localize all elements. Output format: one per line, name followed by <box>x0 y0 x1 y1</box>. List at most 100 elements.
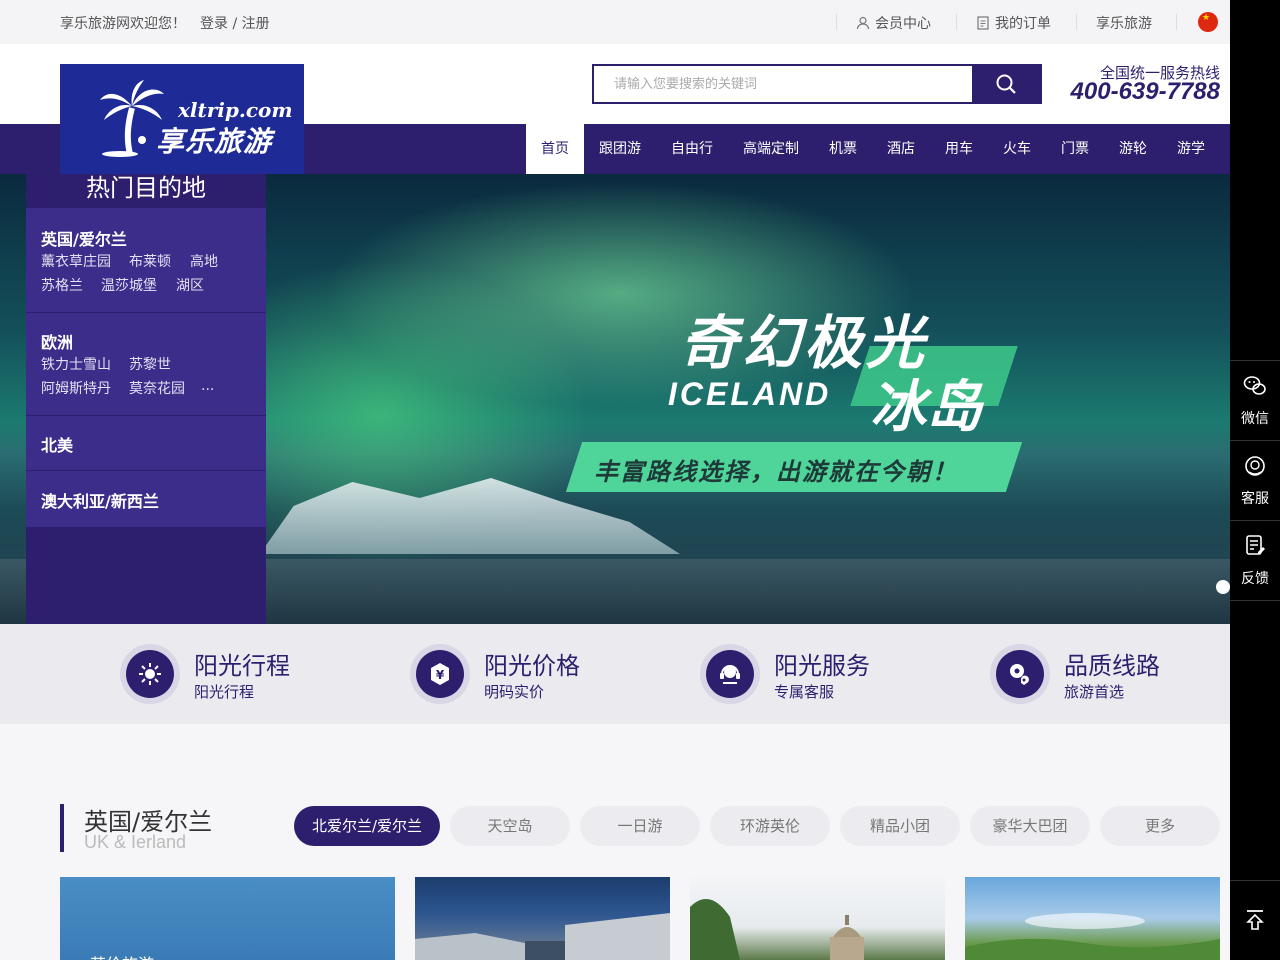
hot-destinations-panel: 热门目的地 英国/爱尔兰 薰衣草庄园 布莱顿 高地 苏格兰 温莎城堡 湖区 欧洲… <box>26 174 266 624</box>
divider <box>1230 440 1280 441</box>
divider <box>836 14 837 30</box>
tab-day-tour[interactable]: 一日游 <box>580 806 700 846</box>
hotline-number[interactable]: 400-639-7788 <box>1040 78 1220 106</box>
search-input[interactable] <box>594 66 972 102</box>
nav-free-travel[interactable]: 自由行 <box>656 124 728 174</box>
yen-icon: ¥ <box>416 650 464 698</box>
search-icon <box>996 74 1016 94</box>
feature-title: 阳光价格 <box>484 652 580 680</box>
back-to-top-button[interactable] <box>1230 890 1280 950</box>
feature-subtitle: 专属客服 <box>774 683 835 701</box>
feature-subtitle: 明码实价 <box>484 683 545 701</box>
logo-name: 享乐旅游 <box>156 125 273 158</box>
document-icon <box>977 16 989 30</box>
nav-tickets[interactable]: 门票 <box>1046 124 1104 174</box>
divider <box>1076 14 1077 30</box>
destination-group-north-america: 北美 <box>26 416 266 470</box>
tour-card[interactable] <box>415 877 670 960</box>
tab-luxury-coach[interactable]: 豪华大巴团 <box>970 806 1090 846</box>
destination-link[interactable]: 温莎城堡 <box>101 275 157 295</box>
church-image <box>690 899 864 960</box>
banner-slogan: 丰富路线选择，出游就在今朝！ <box>594 458 958 486</box>
my-orders-link[interactable]: 我的订单 <box>976 13 1051 33</box>
destination-link[interactable]: 铁力士雪山 <box>41 354 111 374</box>
feature-title: 阳光服务 <box>774 652 870 680</box>
banner-country-en: ICELAND <box>668 376 832 412</box>
divider <box>1230 600 1280 601</box>
destination-link[interactable]: 布莱顿 <box>129 251 171 271</box>
svg-text:¥: ¥ <box>436 668 445 682</box>
nav-hotels[interactable]: 酒店 <box>872 124 930 174</box>
nav-cruise[interactable]: 游轮 <box>1104 124 1162 174</box>
divider <box>1230 520 1280 521</box>
my-orders-label: 我的订单 <box>995 16 1051 32</box>
tab-northern-ireland[interactable]: 北爱尔兰/爱尔兰 <box>294 806 440 846</box>
divider <box>1230 360 1280 361</box>
site-logo[interactable]: xltrip.com 享乐旅游 <box>60 64 304 174</box>
tab-britain-tour[interactable]: 环游英伦 <box>710 806 830 846</box>
destination-group-title[interactable]: 澳大利亚/新西兰 <box>41 488 159 512</box>
nav-group-tour[interactable]: 跟团游 <box>584 124 656 174</box>
sun-icon <box>126 650 174 698</box>
destination-link[interactable]: 莫奈花园 <box>129 378 185 398</box>
destination-link[interactable]: 薰衣草庄园 <box>41 251 111 271</box>
nav-car[interactable]: 用车 <box>930 124 988 174</box>
user-icon <box>856 16 870 30</box>
feedback-label: 反馈 <box>1241 571 1269 587</box>
feature-subtitle: 旅游首选 <box>1064 683 1125 701</box>
carousel-dot[interactable] <box>1216 580 1230 594</box>
tour-card[interactable] <box>690 877 945 960</box>
banner-country-cn: 冰岛 <box>870 375 982 440</box>
search-button[interactable] <box>972 66 1040 102</box>
wechat-icon <box>1243 376 1266 395</box>
feature-item: 阳光行程 阳光行程 <box>120 644 380 704</box>
feature-item: 品质线路 旅游首选 <box>990 644 1250 704</box>
hot-destinations-title: 热门目的地 <box>26 174 266 208</box>
route-icon <box>996 650 1044 698</box>
feature-subtitle: 阳光行程 <box>194 683 255 701</box>
tour-card[interactable]: 英伦旅游 <box>60 877 395 960</box>
china-flag-icon[interactable]: ★ <box>1198 12 1218 32</box>
destination-more[interactable]: ... <box>201 378 214 394</box>
nav-flights[interactable]: 机票 <box>814 124 872 174</box>
divider <box>1176 14 1177 30</box>
member-center-link[interactable]: 会员中心 <box>856 13 931 33</box>
feedback-button[interactable]: 反馈 <box>1230 522 1280 598</box>
tab-isle-of-skye[interactable]: 天空岛 <box>450 806 570 846</box>
section-accent-bar <box>60 804 64 852</box>
building-image <box>415 913 670 960</box>
login-register-link[interactable]: 登录 / 注册 <box>200 13 270 33</box>
destination-group-australia: 澳大利亚/新西兰 <box>26 471 266 527</box>
destination-group-title[interactable]: 北美 <box>41 432 73 456</box>
destination-link[interactable]: 湖区 <box>176 275 204 295</box>
nav-train[interactable]: 火车 <box>988 124 1046 174</box>
brand-link[interactable]: 享乐旅游 <box>1096 13 1152 33</box>
customer-service-button[interactable]: 客服 <box>1230 442 1280 518</box>
right-float-bar: 微信 客服 反馈 <box>1230 0 1280 960</box>
destination-link[interactable]: 苏黎世 <box>129 354 171 374</box>
features-strip: 阳光行程 阳光行程 ¥ 阳光价格 明码实价 阳光服务 专属客服 品质线路 旅游首… <box>0 624 1230 724</box>
feature-title: 品质线路 <box>1064 652 1160 680</box>
destination-link[interactable]: 阿姆斯特丹 <box>41 378 111 398</box>
nav-custom[interactable]: 高端定制 <box>728 124 814 174</box>
destination-link[interactable]: 苏格兰 <box>41 275 83 295</box>
member-center-label: 会员中心 <box>875 16 931 32</box>
section-subtitle: UK & Ierland <box>84 832 187 852</box>
tab-small-group[interactable]: 精品小团 <box>840 806 960 846</box>
destination-group-title[interactable]: 英国/爱尔兰 <box>41 226 127 250</box>
arrow-up-icon <box>1246 910 1264 930</box>
wechat-button[interactable]: 微信 <box>1230 362 1280 438</box>
nav-study-tour[interactable]: 游学 <box>1162 124 1220 174</box>
destination-link[interactable]: 高地 <box>190 251 218 271</box>
tab-more[interactable]: 更多 <box>1100 806 1220 846</box>
tour-card[interactable] <box>965 877 1220 960</box>
nav-home[interactable]: 首页 <box>526 124 584 174</box>
logo-url: xltrip.com <box>178 98 293 122</box>
wechat-label: 微信 <box>1241 411 1269 427</box>
divider <box>1230 880 1280 881</box>
headset-icon <box>706 650 754 698</box>
welcome-text: 享乐旅游网欢迎您！ <box>60 16 186 32</box>
headset-icon <box>1245 456 1265 476</box>
feedback-icon <box>1246 535 1265 555</box>
destination-group-title[interactable]: 欧洲 <box>41 329 73 353</box>
